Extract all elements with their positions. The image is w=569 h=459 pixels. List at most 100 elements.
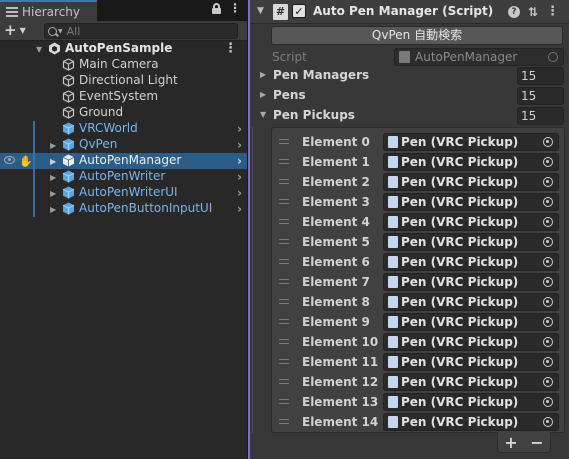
hierarchy-item-autopenwriterui[interactable]: ▶ AutoPenWriterUI › (0, 185, 247, 201)
expand-arrow-icon[interactable]: ▶ (50, 189, 56, 198)
object-picker-icon[interactable] (543, 237, 553, 247)
list-element-row[interactable]: Element 1 Pen (VRC Pickup) (272, 152, 566, 172)
drag-handle-icon[interactable] (279, 219, 289, 224)
hierarchy-item-vrcworld[interactable]: VRCWorld › (0, 121, 247, 137)
chevron-right-icon[interactable]: › (237, 186, 242, 200)
pickability-hand-icon[interactable]: ✋ (19, 155, 33, 168)
object-picker-icon[interactable] (543, 197, 553, 207)
element-object-field[interactable]: Pen (VRC Pickup) (383, 193, 559, 211)
element-object-field[interactable]: Pen (VRC Pickup) (383, 413, 559, 431)
expand-arrow-icon[interactable]: ▼ (36, 45, 42, 54)
list-element-row[interactable]: Element 11 Pen (VRC Pickup) (272, 352, 566, 372)
drag-handle-icon[interactable] (279, 279, 289, 284)
object-picker-icon[interactable] (543, 257, 553, 267)
component-foldout-icon[interactable]: ▼ (257, 6, 264, 16)
object-picker-icon[interactable] (543, 377, 553, 387)
element-object-field[interactable]: Pen (VRC Pickup) (383, 373, 559, 391)
list-element-row[interactable]: Element 7 Pen (VRC Pickup) (272, 272, 566, 292)
drag-handle-icon[interactable] (279, 159, 289, 164)
hierarchy-item-ground[interactable]: Ground (0, 105, 247, 121)
object-picker-icon[interactable] (543, 177, 553, 187)
drag-handle-icon[interactable] (279, 399, 289, 404)
element-object-field[interactable]: Pen (VRC Pickup) (383, 273, 559, 291)
hierarchy-item-qvpen[interactable]: ▶ QvPen › (0, 137, 247, 153)
hierarchy-search-input[interactable]: ▼ All (44, 23, 238, 39)
hierarchy-item-autopenbuttoninputui[interactable]: ▶ AutoPenButtonInputUI › (0, 201, 247, 217)
object-picker-icon[interactable] (543, 137, 553, 147)
object-picker-icon[interactable] (543, 357, 553, 367)
collapsed-arrow-icon[interactable]: ▶ (260, 70, 266, 79)
expand-arrow-icon[interactable]: ▶ (50, 157, 56, 166)
object-picker-icon[interactable] (543, 277, 553, 287)
list-element-row[interactable]: Element 12 Pen (VRC Pickup) (272, 372, 566, 392)
element-object-field[interactable]: Pen (VRC Pickup) (383, 233, 559, 251)
element-object-field[interactable]: Pen (VRC Pickup) (383, 133, 559, 151)
element-object-field[interactable]: Pen (VRC Pickup) (383, 313, 559, 331)
array-size-input[interactable]: 15 (517, 87, 564, 105)
drag-handle-icon[interactable] (279, 419, 289, 424)
element-object-field[interactable]: Pen (VRC Pickup) (383, 393, 559, 411)
hierarchy-item-main-camera[interactable]: Main Camera (0, 57, 247, 73)
element-object-field[interactable]: Pen (VRC Pickup) (383, 333, 559, 351)
object-picker-icon[interactable] (543, 217, 553, 227)
chevron-right-icon[interactable]: › (237, 202, 242, 216)
drag-handle-icon[interactable] (279, 359, 289, 364)
property-pen-managers[interactable]: ▶ Pen Managers 15 (250, 66, 569, 86)
expand-arrow-icon[interactable]: ▶ (50, 205, 56, 214)
property-pen-pickups[interactable]: ▼ Pen Pickups 15 (250, 106, 569, 126)
list-element-row[interactable]: Element 5 Pen (VRC Pickup) (272, 232, 566, 252)
element-object-field[interactable]: Pen (VRC Pickup) (383, 253, 559, 271)
search-filter-caret-icon[interactable]: ▼ (58, 28, 63, 35)
list-element-row[interactable]: Element 4 Pen (VRC Pickup) (272, 212, 566, 232)
object-picker-icon[interactable] (543, 297, 553, 307)
element-object-field[interactable]: Pen (VRC Pickup) (383, 153, 559, 171)
list-element-row[interactable]: Element 3 Pen (VRC Pickup) (272, 192, 566, 212)
scene-menu-icon[interactable]: ⋮ (224, 41, 237, 56)
object-picker-icon[interactable] (543, 417, 553, 427)
presets-icon[interactable]: ⇅ (528, 5, 538, 19)
list-element-row[interactable]: Element 9 Pen (VRC Pickup) (272, 312, 566, 332)
element-object-field[interactable]: Pen (VRC Pickup) (383, 293, 559, 311)
scene-row[interactable]: ▼ AutoPenSample ⋮ (0, 41, 247, 57)
kebab-menu-icon[interactable]: ⋮ (229, 2, 241, 14)
drag-handle-icon[interactable] (279, 339, 289, 344)
array-size-input[interactable]: 15 (517, 107, 564, 125)
chevron-right-icon[interactable]: › (237, 138, 242, 152)
list-element-row[interactable]: Element 2 Pen (VRC Pickup) (272, 172, 566, 192)
collapsed-arrow-icon[interactable]: ▶ (260, 90, 266, 99)
list-element-row[interactable]: Element 14 Pen (VRC Pickup) (272, 412, 566, 432)
list-element-row[interactable]: Element 0 Pen (VRC Pickup) (272, 132, 566, 152)
array-size-input[interactable]: 15 (517, 67, 564, 85)
visibility-eye-icon[interactable] (4, 156, 15, 164)
drag-handle-icon[interactable] (279, 139, 289, 144)
expand-arrow-icon[interactable]: ▶ (50, 173, 56, 182)
list-element-row[interactable]: Element 8 Pen (VRC Pickup) (272, 292, 566, 312)
chevron-right-icon[interactable]: › (237, 170, 242, 184)
expanded-arrow-icon[interactable]: ▼ (260, 110, 266, 119)
element-object-field[interactable]: Pen (VRC Pickup) (383, 353, 559, 371)
list-element-row[interactable]: Element 10 Pen (VRC Pickup) (272, 332, 566, 352)
chevron-right-icon[interactable]: › (237, 122, 242, 136)
help-icon[interactable]: ? (507, 5, 520, 18)
element-object-field[interactable]: Pen (VRC Pickup) (383, 213, 559, 231)
drag-handle-icon[interactable] (279, 179, 289, 184)
object-picker-icon[interactable] (543, 337, 553, 347)
expand-arrow-icon[interactable]: ▶ (50, 141, 56, 150)
property-pens[interactable]: ▶ Pens 15 (250, 86, 569, 106)
object-picker-icon[interactable] (543, 157, 553, 167)
drag-handle-icon[interactable] (279, 239, 289, 244)
hierarchy-item-eventsystem[interactable]: EventSystem (0, 89, 247, 105)
component-enabled-checkbox[interactable]: ✓ (292, 4, 306, 18)
chevron-right-icon[interactable]: › (237, 154, 242, 168)
object-picker-icon[interactable] (543, 317, 553, 327)
drag-handle-icon[interactable] (279, 199, 289, 204)
create-button[interactable]: + ▼ (4, 23, 26, 38)
drag-handle-icon[interactable] (279, 319, 289, 324)
component-menu-icon[interactable]: ⋮ (546, 4, 559, 19)
element-object-field[interactable]: Pen (VRC Pickup) (383, 173, 559, 191)
drag-handle-icon[interactable] (279, 259, 289, 264)
hierarchy-item-autopenwriter[interactable]: ▶ AutoPenWriter › (0, 169, 247, 185)
hierarchy-item-autopenmanager[interactable]: ✋ ▶ AutoPenManager › (0, 153, 247, 169)
drag-handle-icon[interactable] (279, 299, 289, 304)
add-element-button[interactable]: + (504, 433, 517, 452)
